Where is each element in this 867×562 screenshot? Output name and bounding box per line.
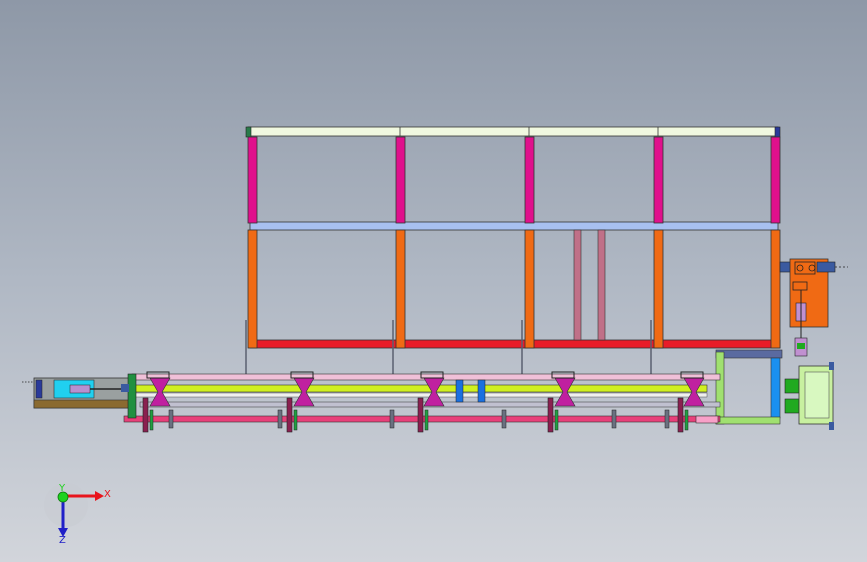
- coordinate-triad: X Y Z: [44, 483, 111, 546]
- cad-viewport[interactable]: X Y Z: [0, 0, 867, 562]
- y-axis-label: Y: [58, 483, 66, 494]
- x-axis-label: X: [104, 489, 111, 500]
- z-axis-label: Z: [59, 535, 66, 546]
- conveyor-belt: [131, 384, 708, 393]
- conveyor: [123, 371, 721, 433]
- frame-top-beam: [247, 126, 779, 137]
- frame-posts: [247, 136, 781, 349]
- right-station: [715, 349, 834, 430]
- upper-frame: [245, 126, 781, 380]
- drive-assembly: [779, 258, 848, 357]
- infeed-cylinder: [22, 373, 137, 419]
- frame-bottom-rail: [249, 339, 781, 349]
- frame-mid-rail: [249, 221, 779, 231]
- right-base: [715, 416, 781, 425]
